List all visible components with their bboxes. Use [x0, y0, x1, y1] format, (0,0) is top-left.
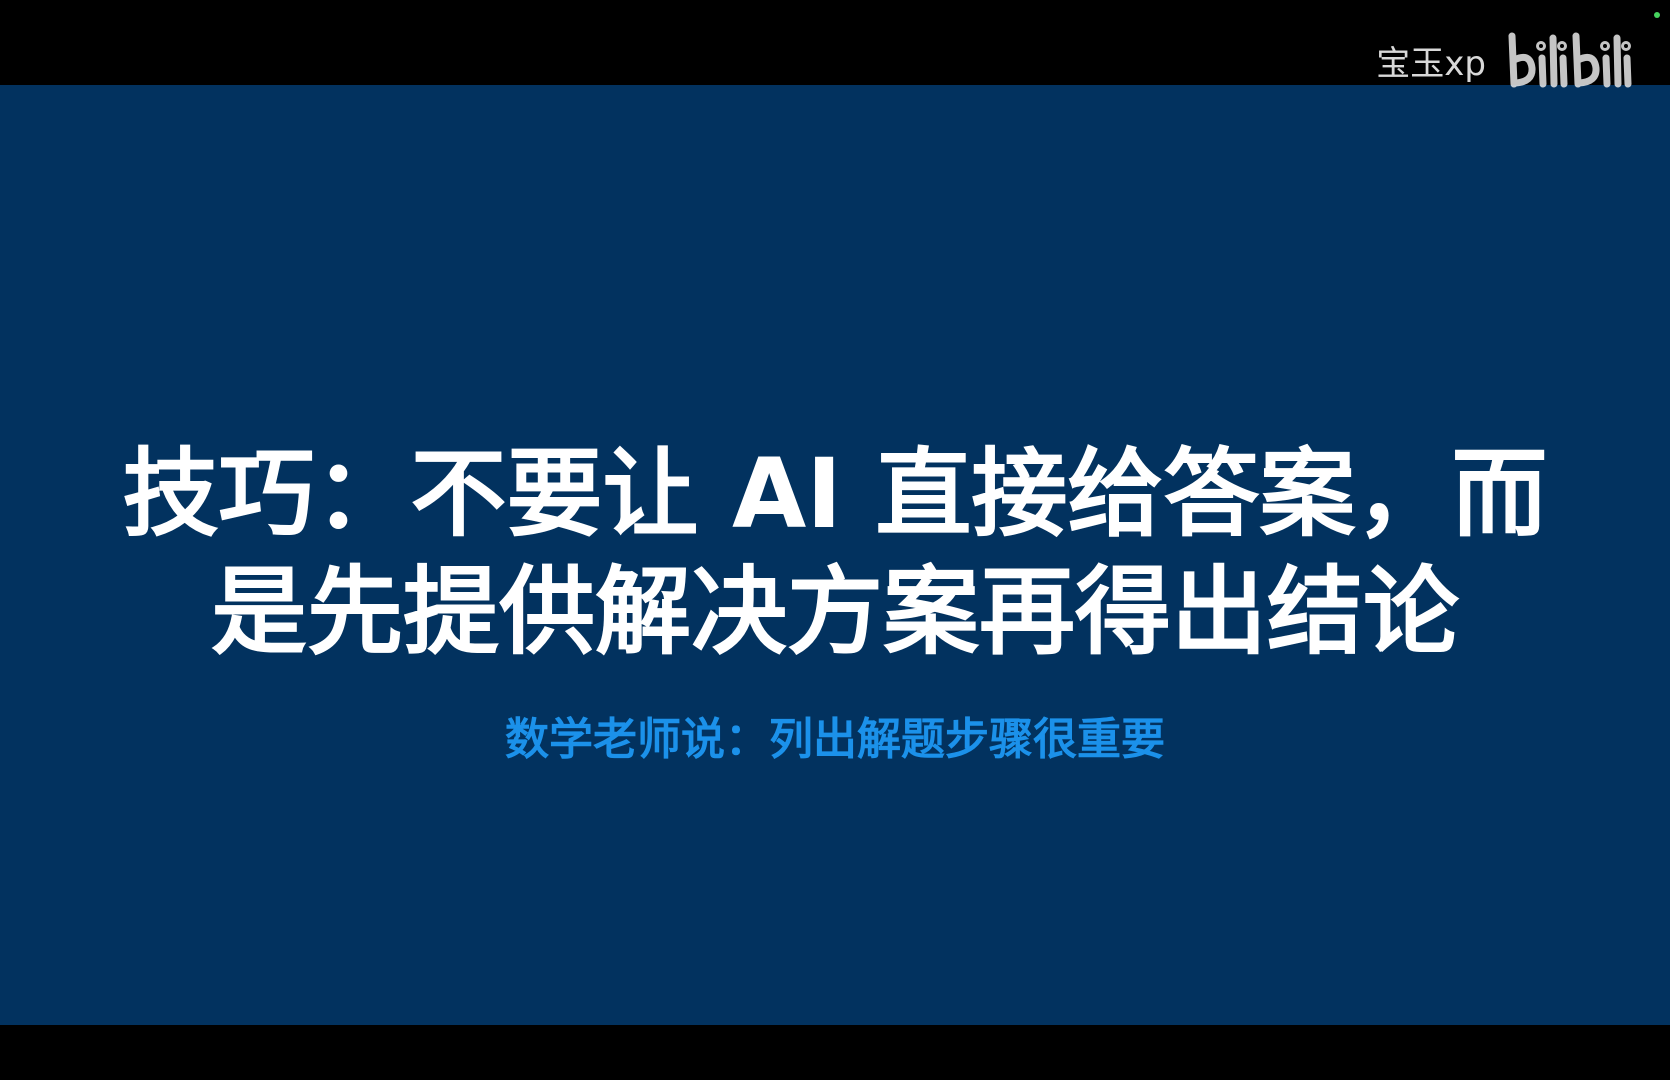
slide-title-line-2: 是先提供解决方案再得出结论 — [211, 556, 1459, 668]
video-frame: 技巧：不要让 AI 直接给答案，而 是先提供解决方案再得出结论 数学老师说：列出… — [0, 0, 1670, 1080]
uploader-name: 宝玉xp — [1376, 43, 1486, 84]
slide-title-line-1: 技巧：不要让 AI 直接给答案，而 — [122, 438, 1548, 550]
letterbox-bottom — [0, 1025, 1670, 1080]
presentation-slide: 技巧：不要让 AI 直接给答案，而 是先提供解决方案再得出结论 数学老师说：列出… — [0, 85, 1670, 1025]
bilibili-logo-icon — [1504, 30, 1640, 90]
status-indicator-dot — [1654, 12, 1660, 18]
video-watermark: 宝玉xp — [1376, 30, 1640, 90]
slide-subtitle: 数学老师说：列出解题步骤很重要 — [505, 714, 1165, 765]
slide-title: 技巧：不要让 AI 直接给答案，而 是先提供解决方案再得出结论 — [0, 435, 1670, 671]
